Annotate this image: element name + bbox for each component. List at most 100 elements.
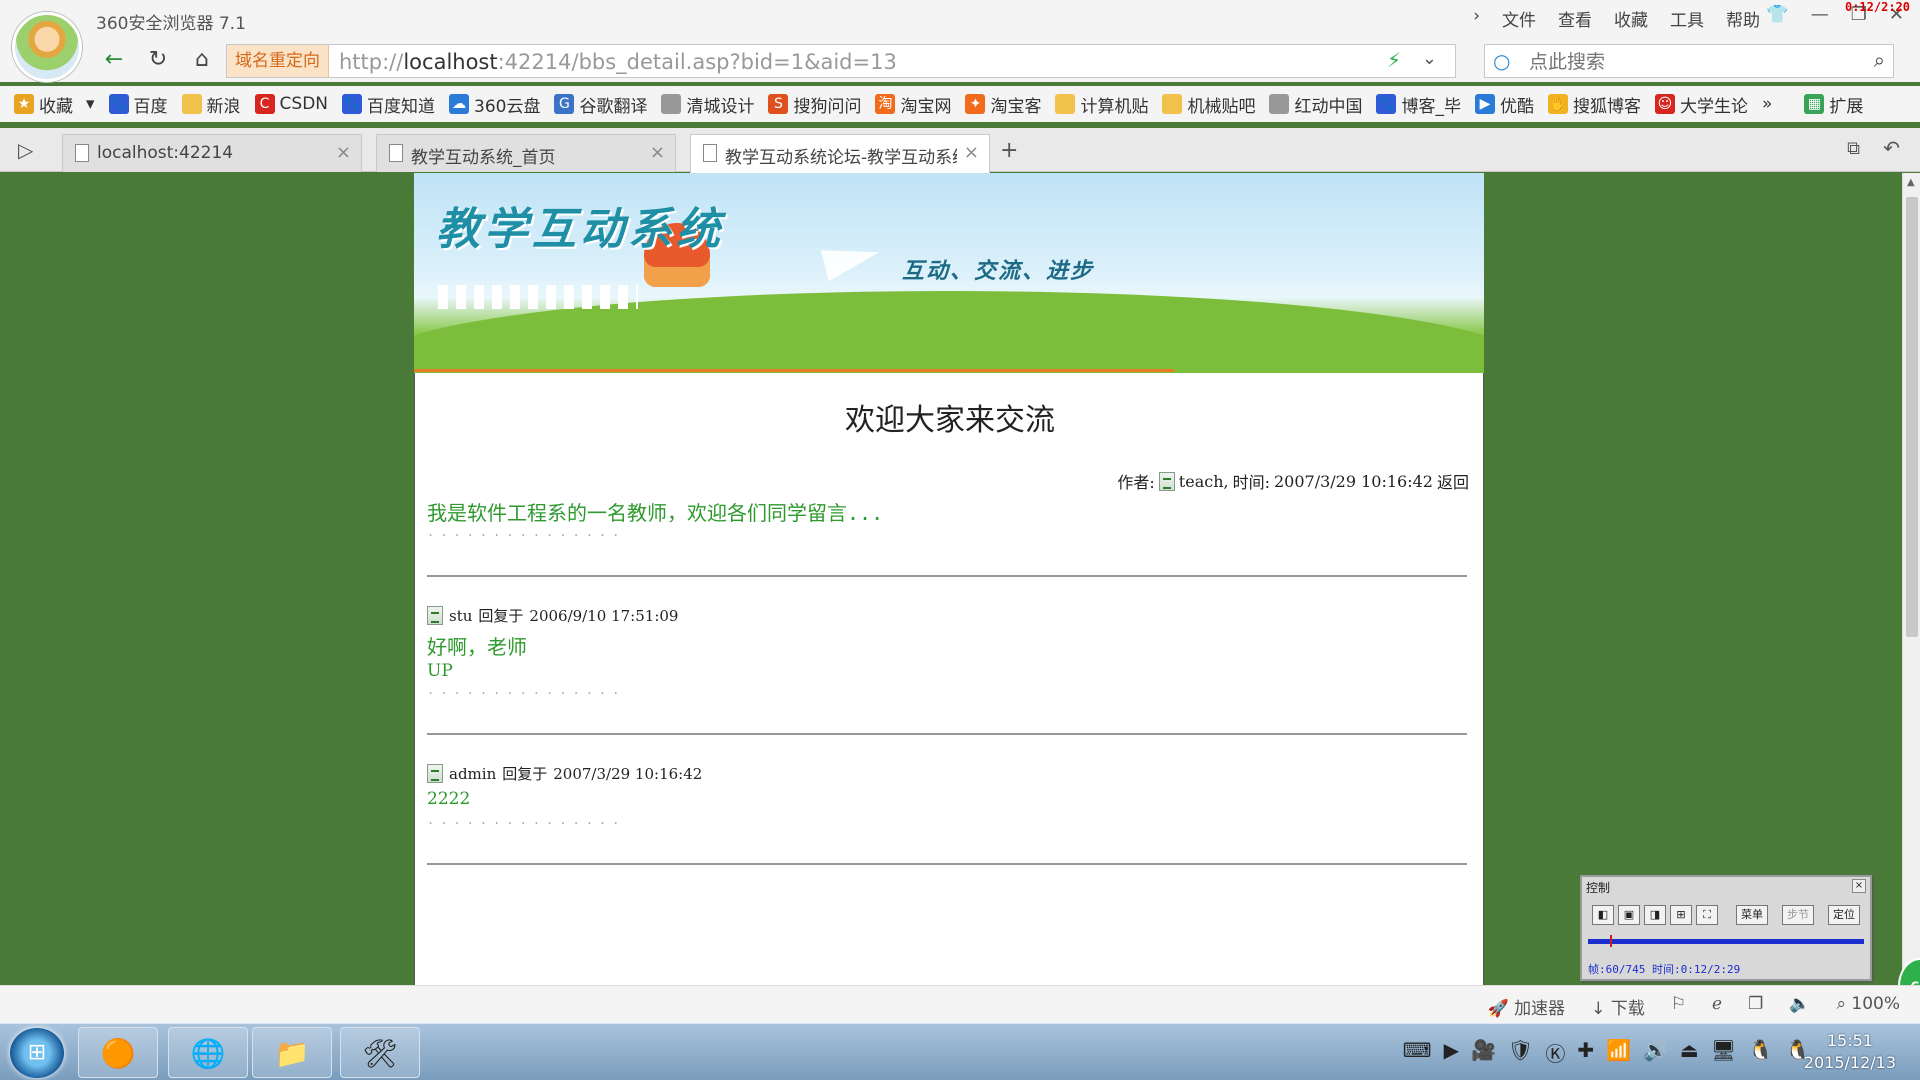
new-tab-button[interactable]: + <box>1000 138 1018 163</box>
locate-button[interactable]: 定位 <box>1828 905 1860 925</box>
bookmark-item[interactable]: 🐾 百度 <box>108 92 168 117</box>
usb-icon[interactable]: ⏏ <box>1680 1038 1699 1067</box>
bookmark-item[interactable]: 红动中国 <box>1269 92 1362 117</box>
flag-icon[interactable]: ⚐ <box>1671 994 1686 1019</box>
start-button[interactable]: ⊞ <box>10 1028 64 1078</box>
menu-favorites[interactable]: 收藏 <box>1614 6 1648 31</box>
accelerator-button[interactable]: 🚀 加速器 <box>1487 994 1565 1019</box>
undo-close-icon[interactable]: ↶ <box>1883 136 1900 160</box>
prev-frame-button[interactable]: ◧ <box>1592 905 1614 925</box>
recorder-progress-track[interactable] <box>1588 935 1864 947</box>
close-icon[interactable]: × <box>650 142 665 163</box>
menu-expand-icon[interactable]: › <box>1473 6 1480 31</box>
tab-home[interactable]: 教学互动系统_首页 × <box>376 134 676 172</box>
skin-icon[interactable]: 👕 <box>1766 4 1788 25</box>
shield-icon[interactable]: 🛡 <box>1508 1038 1533 1067</box>
fullscreen-button[interactable]: ⛶ <box>1696 905 1718 925</box>
reply-user: admin <box>449 764 497 783</box>
taskbar-app-explorer[interactable]: 📁 <box>252 1027 332 1078</box>
minimize-button[interactable]: — <box>1811 4 1829 25</box>
search-input[interactable] <box>1529 51 1829 73</box>
qq-icon[interactable]: 🐧 <box>1748 1038 1773 1067</box>
bookmark-item[interactable]: 计算机贴 <box>1055 92 1148 117</box>
bookmark-item[interactable]: G 谷歌翻译 <box>554 92 647 117</box>
tab-forum[interactable]: 教学互动系统论坛-教学互动系统 × <box>690 134 990 173</box>
display-icon[interactable]: 🖥 <box>1711 1038 1736 1067</box>
restore-tabs-icon[interactable]: ⧉ <box>1847 138 1860 159</box>
ie-icon[interactable]: ℯ <box>1712 994 1722 1019</box>
search-icon[interactable]: ⌕ <box>1874 48 1885 72</box>
bookmark-item[interactable]: 清城设计 <box>661 92 754 117</box>
plus-icon[interactable]: ✚ <box>1577 1038 1594 1067</box>
star-icon: ★ <box>14 94 34 114</box>
bookmark-item[interactable]: ☁ 360云盘 <box>449 92 540 117</box>
bookmark-item[interactable]: 🐾 博客_毕 <box>1376 92 1461 117</box>
bookmark-item[interactable]: S 搜狗问问 <box>768 92 861 117</box>
menu-view[interactable]: 查看 <box>1558 6 1592 31</box>
tab-localhost[interactable]: localhost:42214 × <box>62 134 362 172</box>
taskbar-app-browser[interactable]: 🌐 <box>168 1027 248 1078</box>
fit-window-button[interactable]: ⊞ <box>1670 905 1692 925</box>
zoom-control[interactable]: ⌕ 100% <box>1836 994 1900 1019</box>
tab-label: localhost:42214 <box>97 143 234 163</box>
taskbar-app-tool[interactable]: 🛠 <box>340 1027 420 1078</box>
taskbar-app-colorful[interactable]: 🟠 <box>78 1027 158 1078</box>
vertical-scrollbar[interactable]: ▲ <box>1902 173 1920 985</box>
volume-icon[interactable]: 🔈 <box>1789 994 1810 1019</box>
bookmark-label: 红动中国 <box>1294 96 1363 117</box>
bookmark-item[interactable]: ✋ 搜狐博客 <box>1547 92 1641 117</box>
bookmark-label: 百度 <box>133 96 168 117</box>
address-bar[interactable]: 域名重定向 http://localhost:42214/bbs_detail.… <box>226 44 1456 78</box>
more-bookmarks-icon[interactable]: » <box>1762 94 1772 114</box>
close-icon[interactable]: × <box>964 142 979 163</box>
volume-icon[interactable]: 🔊 <box>1643 1038 1668 1067</box>
lightning-icon[interactable]: ⚡ <box>1387 48 1401 72</box>
close-icon[interactable]: × <box>336 142 351 163</box>
scroll-thumb[interactable] <box>1906 197 1918 637</box>
home-button[interactable]: ⌂ <box>184 44 220 76</box>
next-frame-button[interactable]: ◨ <box>1644 905 1666 925</box>
bookmark-item[interactable]: 新浪 <box>181 92 241 117</box>
k-icon[interactable]: Ⓚ <box>1545 1038 1565 1067</box>
window-icon[interactable]: ❐ <box>1748 994 1763 1019</box>
bookmark-item[interactable]: 机械贴吧 <box>1162 92 1255 117</box>
extensions-button[interactable]: ▦ 扩展 <box>1804 92 1863 117</box>
step-button[interactable]: 步节 <box>1782 905 1814 925</box>
back-link[interactable]: 返回 <box>1437 469 1469 493</box>
chevron-down-icon[interactable]: ▾ <box>86 94 95 114</box>
bookmark-item[interactable]: ✦ 淘宝客 <box>965 92 1041 117</box>
play-icon[interactable]: ▶ <box>1444 1038 1459 1067</box>
keyboard-icon[interactable]: ⌨ <box>1403 1038 1432 1067</box>
close-icon[interactable]: × <box>1852 879 1866 893</box>
network-icon[interactable]: 📶 <box>1606 1038 1631 1067</box>
menu-button[interactable]: 菜单 <box>1736 905 1768 925</box>
user-avatar[interactable] <box>12 12 82 82</box>
user-doc-icon <box>427 606 443 625</box>
url-text[interactable]: http://localhost:42214/bbs_detail.asp?bi… <box>339 50 897 74</box>
search-engine-icon[interactable]: ○ <box>1493 49 1510 73</box>
stop-button[interactable]: ▣ <box>1618 905 1640 925</box>
bookmark-item[interactable]: ★ 收藏 ▾ <box>14 92 95 117</box>
bookmark-item[interactable]: 🐾 百度知道 <box>342 92 435 117</box>
sogou-icon: S <box>768 94 789 114</box>
menu-file[interactable]: 文件 <box>1502 6 1536 31</box>
bookmark-item[interactable]: ▶ 优酷 <box>1474 92 1534 117</box>
search-box[interactable]: ○ ⌕ <box>1484 44 1894 78</box>
reload-button[interactable]: ↻ <box>140 44 176 76</box>
recorder-icon[interactable]: 🎥 <box>1471 1038 1496 1067</box>
back-button[interactable]: ← <box>96 44 132 76</box>
bookmark-item[interactable]: C CSDN <box>254 94 328 114</box>
reply-user: stu <box>449 606 473 625</box>
menu-help[interactable]: 帮助 <box>1726 6 1760 31</box>
scroll-up-icon[interactable]: ▲ <box>1907 177 1915 188</box>
taskbar-clock[interactable]: 15:51 2015/12/13 <box>1804 1030 1896 1074</box>
post-content: 欢迎大家来交流 作者: teach, 时间: 2007/3/29 10:16:4… <box>414 373 1484 985</box>
sidebar-toggle-icon[interactable]: ▷ <box>18 138 33 162</box>
redirect-tag[interactable]: 域名重定向 <box>227 45 329 77</box>
chevron-down-icon[interactable]: ⌄ <box>1422 48 1437 69</box>
bookmark-item[interactable]: ☺ 大学生论 <box>1654 92 1748 117</box>
menu-tools[interactable]: 工具 <box>1670 6 1704 31</box>
recorder-progress-knob[interactable] <box>1610 935 1612 947</box>
download-button[interactable]: ↓ 下载 <box>1591 994 1645 1019</box>
bookmark-item[interactable]: 淘淘宝网 <box>875 92 951 117</box>
